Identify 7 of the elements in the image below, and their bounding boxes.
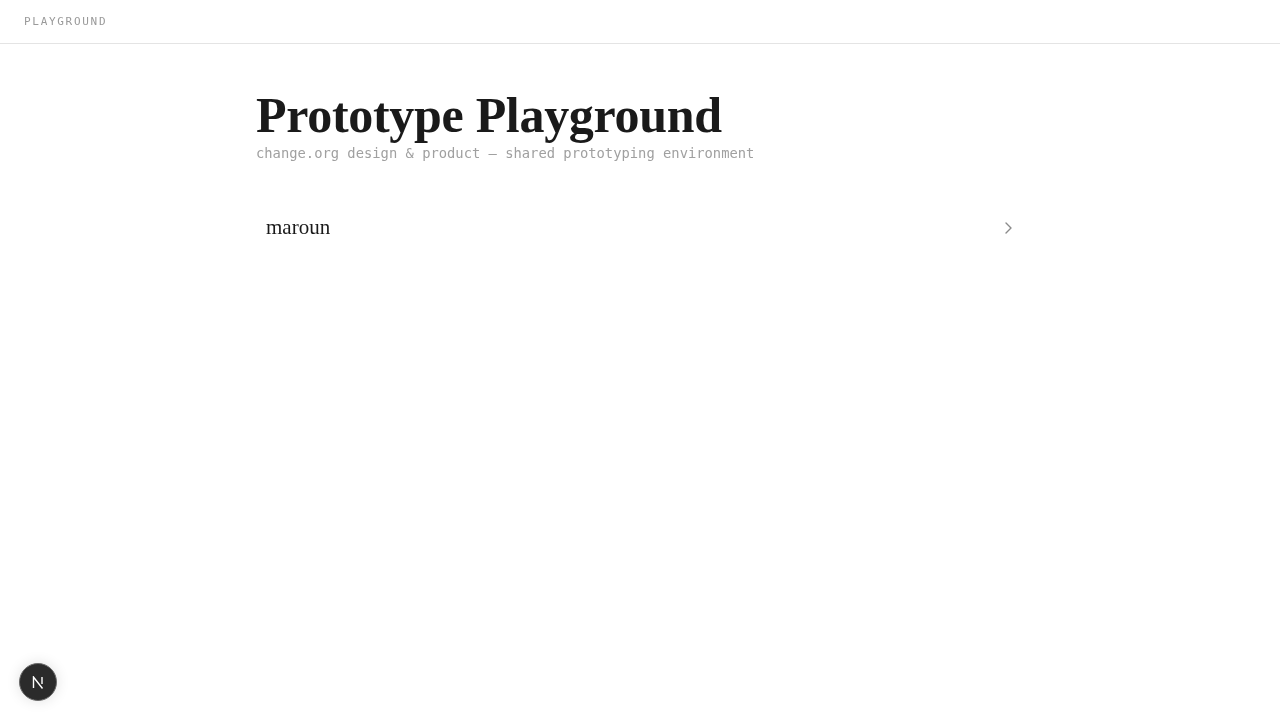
prototype-link[interactable]: maroun bbox=[256, 205, 1024, 250]
page-subtitle: change.org design & product — shared prototyping environment bbox=[256, 145, 756, 161]
chevron-right-icon bbox=[1005, 221, 1012, 234]
page-title: Prototype Playground bbox=[256, 88, 723, 143]
site-name: PLAYGROUND bbox=[24, 15, 108, 28]
logo-icon bbox=[32, 675, 44, 689]
dev-tools-button[interactable] bbox=[19, 663, 57, 701]
